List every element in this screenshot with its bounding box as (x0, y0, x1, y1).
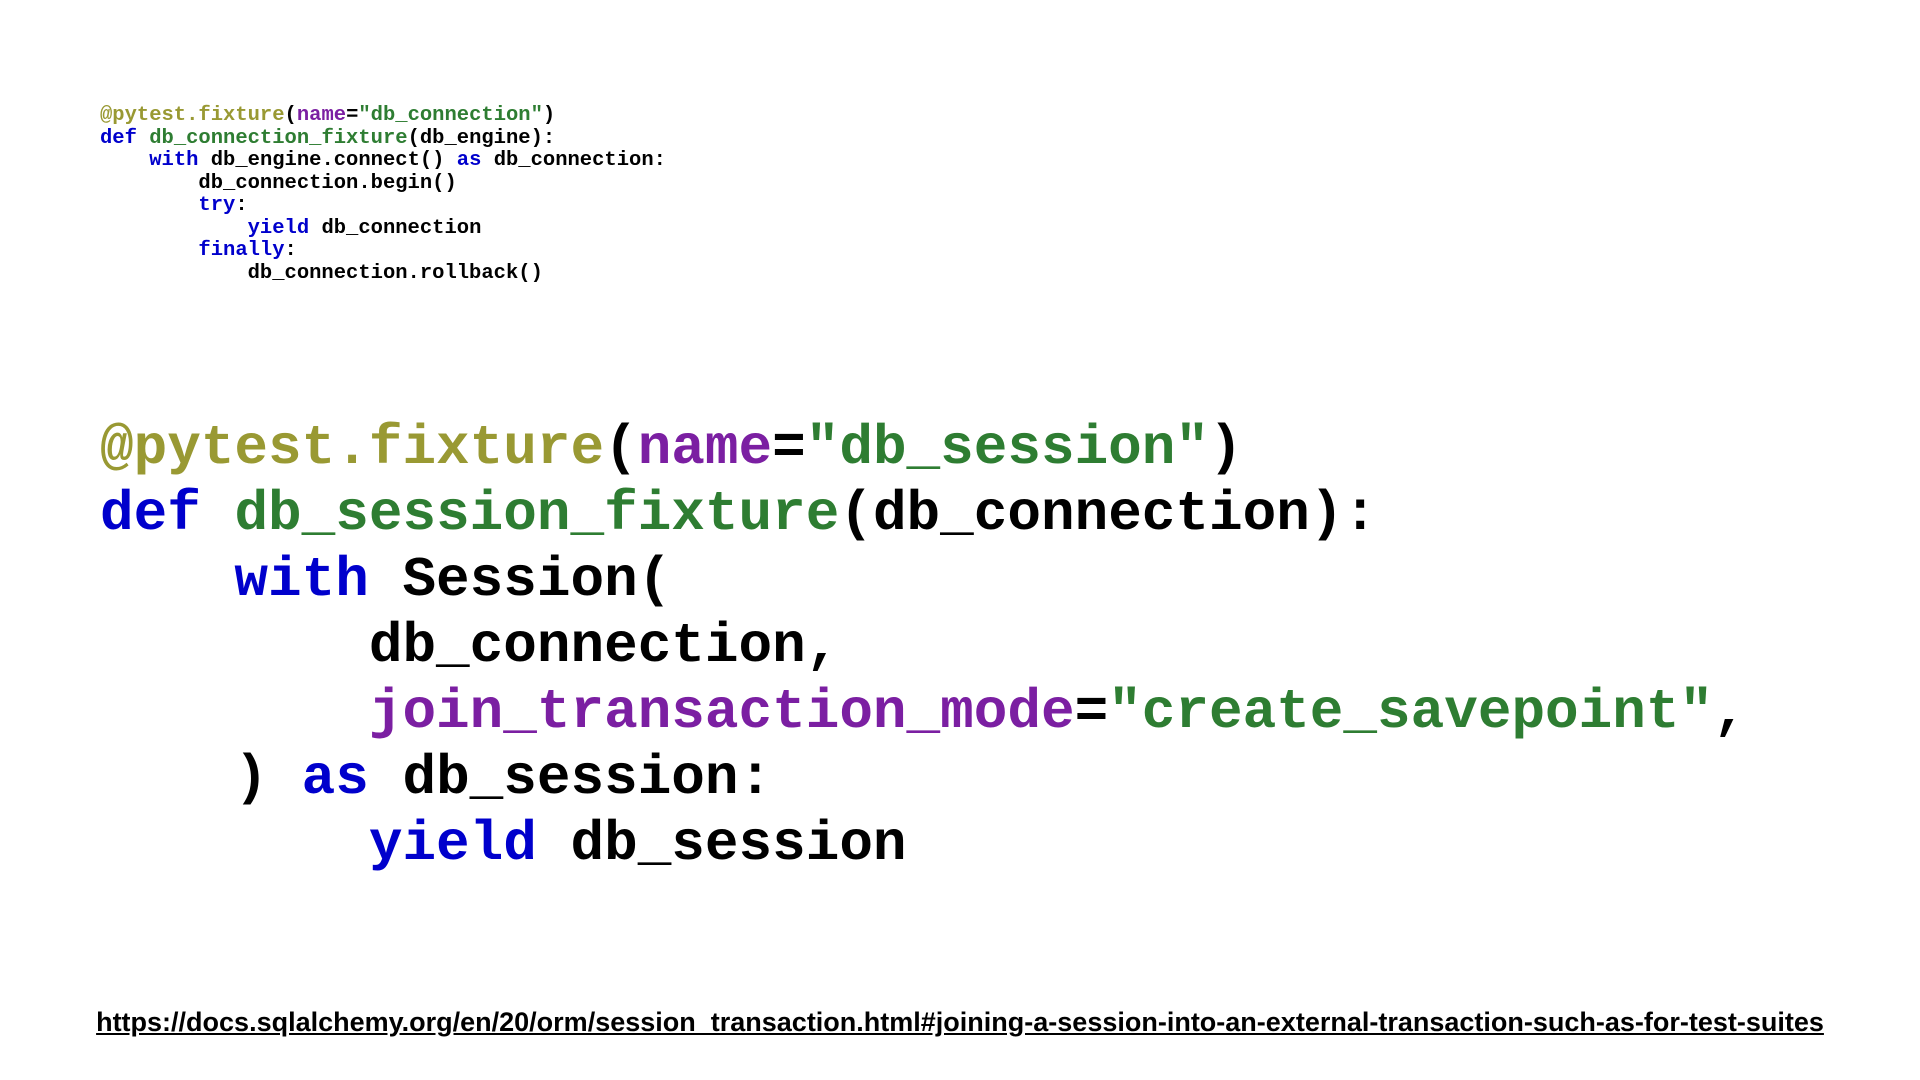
code-token: "create_savepoint" (1108, 680, 1713, 744)
code-token: = (772, 416, 806, 480)
code-token: db_engine.connect() (198, 149, 456, 172)
code-token: db_session_fixture (234, 482, 839, 546)
code-token: ( (604, 416, 638, 480)
code-token: def (100, 482, 201, 546)
code-token: finally (198, 239, 284, 262)
code-token: ( (285, 104, 297, 127)
code-token: name (638, 416, 772, 480)
code-token: name (297, 104, 346, 127)
code-token: as (457, 149, 482, 172)
code-token: @pytest.fixture (100, 104, 285, 127)
code-token: ) (543, 104, 555, 127)
code-token: try (198, 194, 235, 217)
code-block-db-connection-fixture: @pytest.fixture(name="db_connection") de… (100, 105, 666, 285)
code-token: ) (1209, 416, 1243, 480)
code-token: db_session (537, 812, 907, 876)
code-token: yield (369, 812, 537, 876)
code-token: = (1075, 680, 1109, 744)
code-token: yield (248, 217, 310, 240)
code-token: as (302, 746, 369, 810)
reference-url-link[interactable]: https://docs.sqlalchemy.org/en/20/orm/se… (0, 1007, 1920, 1038)
code-token: with (149, 149, 198, 172)
code-token: "db_session" (806, 416, 1209, 480)
code-token: = (346, 104, 358, 127)
code-block-db-session-fixture: @pytest.fixture(name="db_session") def d… (100, 415, 1747, 878)
code-token (137, 127, 149, 150)
code-token: join_transaction_mode (369, 680, 1075, 744)
code-token: with (234, 548, 368, 612)
code-token: @pytest.fixture (100, 416, 604, 480)
code-token: db_connection_fixture (149, 127, 407, 150)
code-token (201, 482, 235, 546)
code-token: "db_connection" (358, 104, 543, 127)
code-token: def (100, 127, 137, 150)
